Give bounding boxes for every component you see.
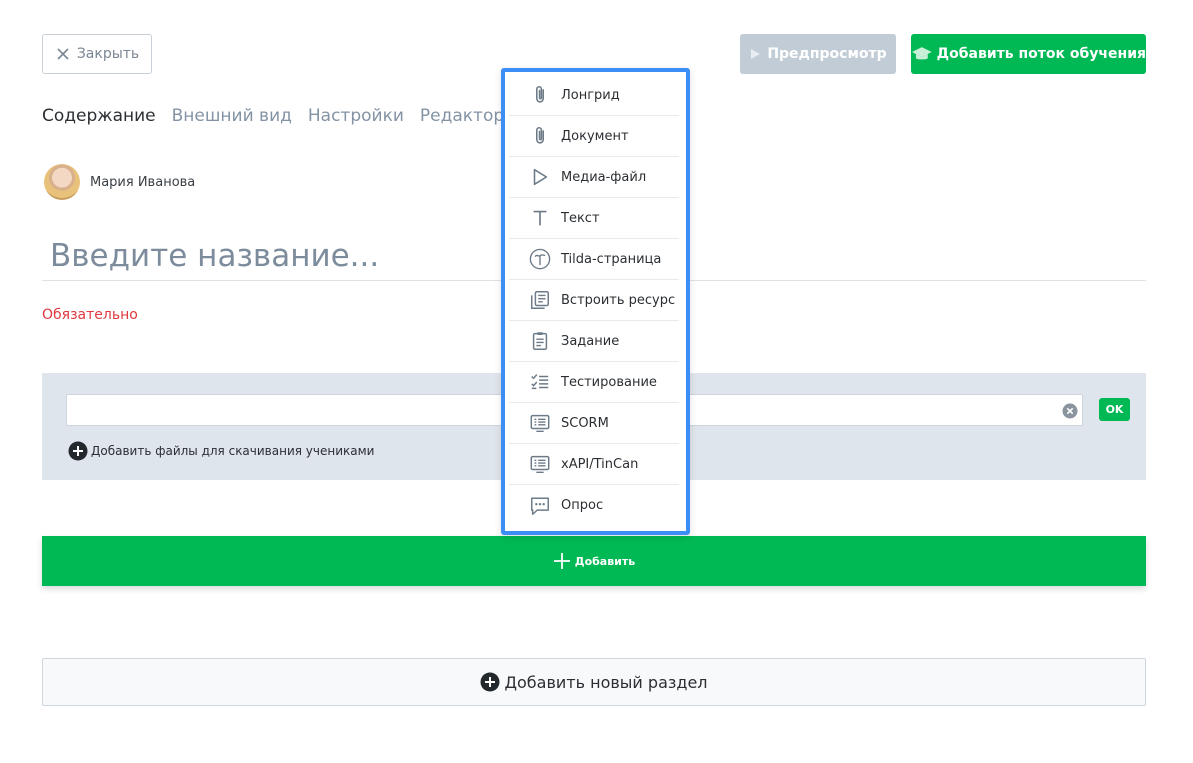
menu-item-scorm[interactable]: SCORM (509, 403, 679, 444)
menu-item-label: Медиа-файл (561, 169, 647, 185)
menu-item-label: Tilda-страница (561, 251, 662, 267)
add-stream-label: Добавить поток обучения (936, 46, 1146, 62)
paperclip-icon (536, 85, 544, 103)
menu-item-xapi[interactable]: xAPI/TinCan (509, 444, 679, 485)
plus-icon (553, 553, 570, 569)
add-files-button[interactable]: Добавить файлы для скачивания учениками (68, 441, 374, 461)
menu-item-label: Текст (561, 210, 600, 226)
required-hint: Обязательно (42, 307, 138, 323)
menu-item-assignment[interactable]: Задание (509, 321, 679, 362)
text-icon (533, 210, 547, 226)
menu-item-label: SCORM (561, 415, 609, 431)
menu-item-label: xAPI/TinCan (561, 456, 639, 472)
menu-item-label: Документ (561, 128, 629, 144)
tab-content[interactable]: Содержание (42, 106, 156, 126)
preview-button[interactable]: Предпросмотр (740, 34, 896, 74)
checklist-icon (531, 374, 549, 390)
add-section-label: Добавить новый раздел (504, 672, 708, 692)
menu-item-label: Тестирование (561, 374, 657, 390)
tab-settings[interactable]: Настройки (308, 106, 404, 126)
tab-appearance[interactable]: Внешний вид (172, 106, 292, 126)
menu-item-label: Опрос (561, 498, 604, 513)
menu-item-media[interactable]: Медиа-файл (509, 157, 679, 198)
author-name: Мария Иванова (90, 174, 196, 190)
add-section-button[interactable]: Добавить новый раздел (42, 658, 1146, 706)
menu-item-label: Задание (561, 333, 620, 349)
menu-item-survey[interactable]: Опрос (509, 485, 679, 526)
tilda-icon (529, 248, 551, 270)
play-icon (751, 49, 761, 59)
embed-icon (531, 291, 549, 309)
tab-bar: Содержание Внешний вид Настройки Редакто… (42, 106, 518, 126)
add-content-label: Добавить (574, 554, 636, 568)
menu-item-embed[interactable]: Встроить ресурс (509, 280, 679, 321)
menu-item-document[interactable]: Документ (509, 116, 679, 157)
clear-icon[interactable] (1062, 403, 1078, 419)
menu-item-label: Встроить ресурс (561, 292, 676, 308)
package-icon (530, 414, 550, 432)
menu-item-testing[interactable]: Тестирование (509, 362, 679, 403)
close-button[interactable]: Закрыть (42, 34, 152, 74)
clipboard-icon (532, 332, 548, 350)
menu-item-tilda[interactable]: Tilda-страница (509, 239, 679, 280)
author: Мария Иванова (44, 164, 195, 200)
menu-item-label: Лонгрид (561, 87, 620, 103)
preview-label: Предпросмотр (767, 46, 887, 62)
close-label: Закрыть (76, 46, 140, 62)
comment-icon (531, 496, 549, 515)
plus-circle-icon (68, 441, 88, 461)
package-icon (530, 455, 550, 473)
menu-item-longread[interactable]: Лонгрид (509, 75, 679, 116)
plus-circle-icon (480, 672, 500, 692)
content-type-menu: Лонгрид Документ Медиа-файл Текст Tilda-… (501, 68, 690, 535)
add-files-label: Добавить файлы для скачивания учениками (91, 444, 375, 458)
avatar (44, 164, 80, 200)
add-content-button[interactable]: Добавить (42, 536, 1146, 586)
graduation-cap-icon (911, 47, 932, 60)
close-icon (57, 48, 69, 60)
menu-item-text[interactable]: Текст (509, 198, 679, 239)
play-icon (533, 168, 548, 186)
ok-button[interactable]: OK (1099, 398, 1130, 421)
add-stream-button[interactable]: Добавить поток обучения (911, 34, 1146, 74)
paperclip-icon (536, 126, 544, 144)
